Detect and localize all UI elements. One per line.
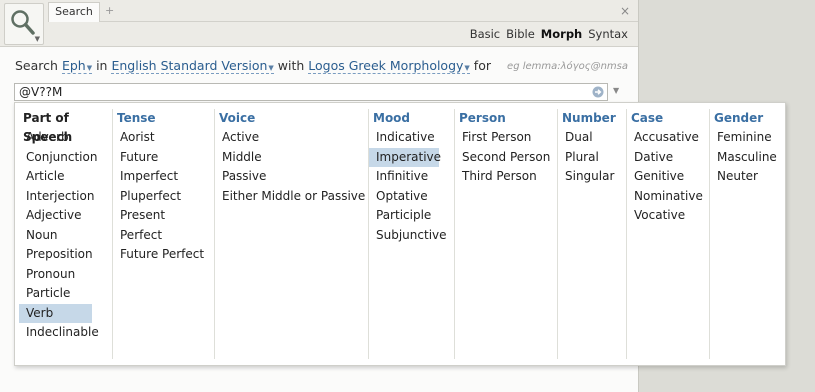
column-header: Case [631,111,664,125]
option-participle[interactable]: Participle [369,206,455,226]
morphology-label: Logos Greek Morphology [308,58,464,73]
version-label: English Standard Version [111,58,268,73]
in-word: in [96,58,108,73]
column-tense: Tense Aorist Future Imperfect Pluperfect Pres… [112,109,215,359]
column-mood: Mood Indicative Imperative Infinitive Optati… [368,109,455,359]
option-infinitive[interactable]: Infinitive [369,167,455,187]
option-noun[interactable]: Noun [19,226,112,246]
column-number: Number Dual Plural Singular [557,109,627,359]
option-either-middle-or-passive[interactable]: Either Middle or Passive [215,187,369,207]
option-passive[interactable]: Passive [215,167,369,187]
option-future-perfect[interactable]: Future Perfect [113,245,215,265]
option-pronoun[interactable]: Pronoun [19,265,112,285]
example-hint: eg lemma:λόγος@nmsa [507,61,628,72]
search-prefix: Search [15,58,58,73]
option-indicative[interactable]: Indicative [369,128,455,148]
option-subjunctive[interactable]: Subjunctive [369,226,455,246]
option-singular[interactable]: Singular [558,167,627,187]
query-history-dropdown[interactable]: ▼ [613,86,619,95]
toolbar: ▼ Search + × Basic Bible Morph Syntax [0,0,638,47]
option-second-person[interactable]: Second Person [455,148,558,168]
column-person: Person First Person Second Person Third Per… [454,109,558,359]
option-imperfect[interactable]: Imperfect [113,167,215,187]
option-pluperfect[interactable]: Pluperfect [113,187,215,207]
option-aorist[interactable]: Aorist [113,128,215,148]
column-header: Tense [117,111,156,125]
option-indeclinable[interactable]: Indeclinable [19,323,112,343]
option-preposition[interactable]: Preposition [19,245,112,265]
for-word: for [473,58,491,73]
column-gender: Gender Feminine Masculine Neuter [709,109,786,359]
chevron-down-icon: ▼ [34,35,40,43]
option-perfect[interactable]: Perfect [113,226,215,246]
option-plural[interactable]: Plural [558,148,627,168]
go-arrow-icon[interactable] [592,86,604,98]
mode-morph[interactable]: Morph [541,27,582,41]
option-genitive[interactable]: Genitive [627,167,710,187]
search-mode-tabs: Basic Bible Morph Syntax [464,27,628,41]
chevron-down-icon: ▼ [268,64,274,72]
column-header: Voice [219,111,256,125]
tab-divider [100,21,638,22]
option-future[interactable]: Future [113,148,215,168]
option-adverb[interactable]: Adverb [19,128,112,148]
version-selector[interactable]: English Standard Version▼ [111,58,274,74]
search-menu-button[interactable]: ▼ [4,3,44,45]
mode-syntax[interactable]: Syntax [588,27,628,41]
add-tab-button[interactable]: + [105,4,114,17]
option-imperative[interactable]: Imperative [369,147,441,167]
query-input[interactable] [19,85,579,99]
column-header: Gender [714,111,764,125]
close-button[interactable]: × [620,4,630,18]
mode-bible[interactable]: Bible [506,27,535,41]
query-box[interactable] [14,83,608,101]
option-article[interactable]: Article [19,167,112,187]
column-header: Person [459,111,506,125]
column-header: Part of Speech [23,111,73,144]
option-neuter[interactable]: Neuter [710,167,786,187]
column-header: Mood [373,111,411,125]
option-vocative[interactable]: Vocative [627,206,710,226]
option-dual[interactable]: Dual [558,128,627,148]
morphology-selector[interactable]: Logos Greek Morphology▼ [308,58,470,74]
option-active[interactable]: Active [215,128,369,148]
column-voice: Voice Active Middle Passive Either Middle or… [214,109,369,359]
option-interjection[interactable]: Interjection [19,187,112,207]
option-dative[interactable]: Dative [627,148,710,168]
chevron-down-icon: ▼ [86,64,93,72]
range-selector[interactable]: Eph▼ [61,58,93,74]
chevron-down-icon: ▼ [464,64,470,72]
option-masculine[interactable]: Masculine [710,148,786,168]
option-optative[interactable]: Optative [369,187,455,207]
range-label: Eph [61,58,86,73]
morphology-picker: Part of Speech Adverb Conjunction Article In… [14,102,786,366]
search-description: Search Eph▼ in English Standard Version▼… [15,58,491,74]
option-middle[interactable]: Middle [215,148,369,168]
with-word: with [277,58,305,73]
magnifier-icon [11,10,35,35]
option-particle[interactable]: Particle [19,284,112,304]
option-verb[interactable]: Verb [19,303,92,323]
column-part-of-speech: Part of Speech Adverb Conjunction Article In… [19,109,112,359]
mode-basic[interactable]: Basic [470,27,500,41]
option-adjective[interactable]: Adjective [19,206,112,226]
option-nominative[interactable]: Nominative [627,187,710,207]
option-third-person[interactable]: Third Person [455,167,558,187]
option-first-person[interactable]: First Person [455,128,558,148]
option-conjunction[interactable]: Conjunction [19,148,112,168]
option-present[interactable]: Present [113,206,215,226]
column-header: Number [562,111,616,125]
column-case: Case Accusative Dative Genitive Nominative Vo… [626,109,710,359]
option-accusative[interactable]: Accusative [627,128,710,148]
tab-search[interactable]: Search [48,2,100,22]
option-feminine[interactable]: Feminine [710,128,786,148]
